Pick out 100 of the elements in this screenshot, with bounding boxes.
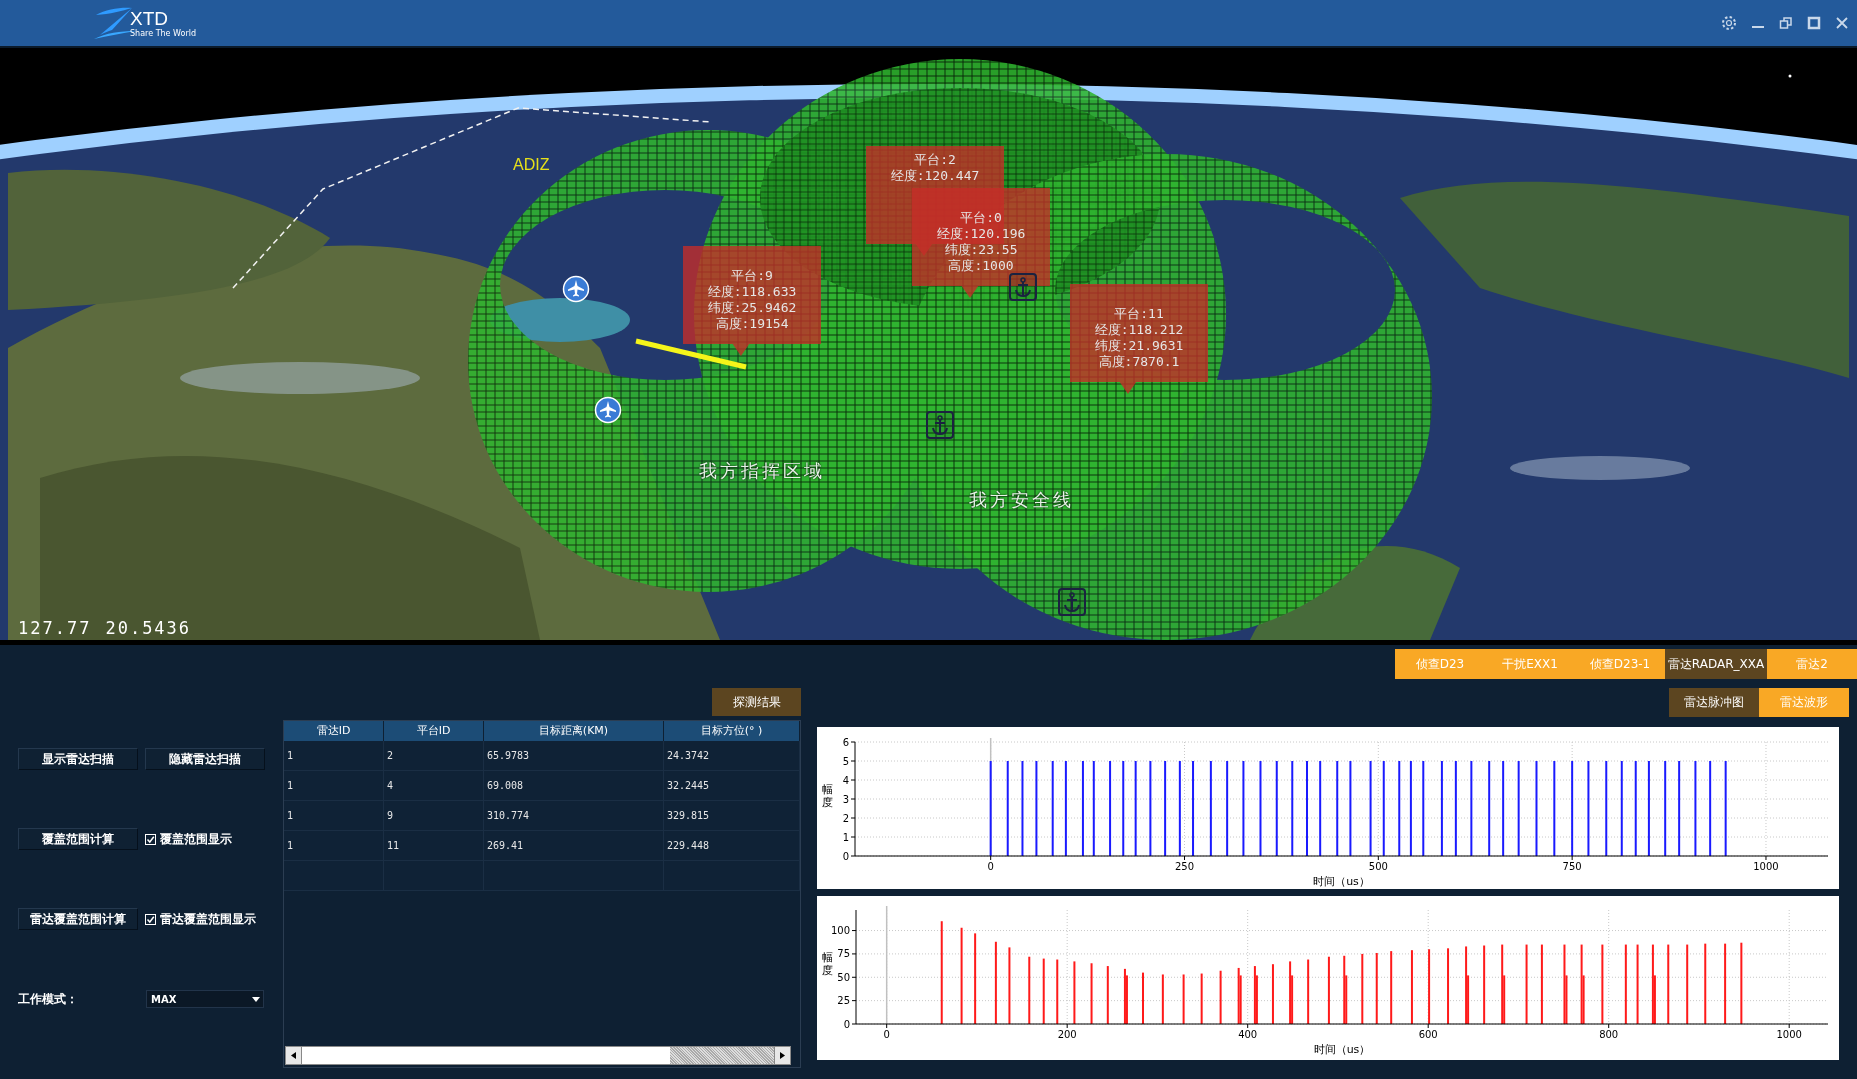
pulse-bar bbox=[1056, 959, 1059, 1024]
restore-icon[interactable] bbox=[1779, 16, 1793, 30]
chart-tab[interactable]: 雷达脉冲图 bbox=[1669, 688, 1759, 717]
arrow-left-icon[interactable] bbox=[291, 1052, 296, 1059]
tick-label: 100 bbox=[830, 925, 850, 937]
airplane-icon[interactable] bbox=[594, 396, 622, 424]
action-button[interactable]: 显示雷达扫描 bbox=[18, 748, 138, 770]
tick-label: 3 bbox=[842, 793, 849, 805]
popup-text: 经度:118.633 bbox=[707, 284, 797, 300]
table-cell: 69.008 bbox=[484, 771, 664, 801]
axis-title: 幅度 bbox=[821, 951, 833, 977]
popup-text: 高度:19154 bbox=[715, 316, 789, 332]
anchor-icon[interactable] bbox=[1057, 587, 1087, 617]
checkbox[interactable]: 覆盖范围显示 bbox=[145, 830, 232, 848]
tick-label: 0 bbox=[883, 1029, 890, 1040]
tick-label: 250 bbox=[1174, 861, 1195, 872]
anchor-icon[interactable] bbox=[925, 410, 955, 440]
horizontal-scrollbar[interactable] bbox=[285, 1046, 791, 1065]
table-cell: 4 bbox=[384, 771, 484, 801]
tick-label: 6 bbox=[842, 736, 849, 748]
field-label: 工作模式： bbox=[18, 990, 79, 1008]
pulse-bar bbox=[1182, 974, 1185, 1024]
pulse-bar bbox=[1327, 956, 1330, 1024]
dropdown[interactable]: MAX bbox=[146, 990, 264, 1008]
popup-text: 平台:11 bbox=[1114, 306, 1164, 322]
table-cell: 329.815 bbox=[664, 801, 800, 831]
device-tab[interactable]: 雷达RADAR_XXA bbox=[1665, 649, 1767, 679]
tick-label: 1000 bbox=[1776, 1029, 1802, 1040]
table-cell: 1 bbox=[284, 741, 384, 771]
arrow-right-icon[interactable] bbox=[780, 1052, 785, 1059]
pulse-bar bbox=[1073, 961, 1076, 1024]
axis-title: 时间（us） bbox=[1313, 875, 1370, 888]
coordinate-readout: 127.77 bbox=[18, 618, 92, 638]
logo-text: XTD bbox=[130, 8, 169, 29]
tick-label: 500 bbox=[1368, 861, 1388, 872]
pulse-bar bbox=[1271, 964, 1274, 1024]
popup-text: 高度:1000 bbox=[948, 258, 1014, 274]
action-button[interactable]: 雷达覆盖范围计算 bbox=[18, 908, 138, 930]
pulse-bar bbox=[1042, 958, 1045, 1024]
close-icon[interactable] bbox=[1835, 16, 1849, 30]
tick-label: 600 bbox=[1418, 1029, 1438, 1040]
pulse-bar bbox=[1090, 963, 1093, 1024]
table-cell: 229.448 bbox=[664, 831, 800, 861]
action-button[interactable]: 覆盖范围计算 bbox=[18, 828, 138, 850]
axis-title: 时间（us） bbox=[1313, 1043, 1371, 1056]
pulse-bar bbox=[1219, 970, 1222, 1024]
popup-text: 平台:0 bbox=[960, 210, 1002, 226]
maximize-icon[interactable] bbox=[1807, 16, 1821, 30]
tick-label: 0 bbox=[987, 861, 994, 872]
axis-title: 幅度 bbox=[821, 783, 833, 809]
table-cell: 11 bbox=[384, 831, 484, 861]
tick-label: 200 bbox=[1057, 1029, 1077, 1040]
tick-label: 2 bbox=[842, 812, 849, 824]
tick-label: 1000 bbox=[1753, 861, 1779, 872]
pulse-bar bbox=[1106, 966, 1109, 1024]
table-cell: 310.774 bbox=[484, 801, 664, 831]
caret-icon bbox=[252, 996, 260, 1002]
popup-text: 经度:118.212 bbox=[1094, 322, 1184, 338]
area-label: 我方指挥区域 bbox=[699, 459, 825, 483]
popup-text: 纬度:23.55 bbox=[944, 242, 1018, 258]
tick-label: 400 bbox=[1238, 1029, 1258, 1040]
table-cell: 1 bbox=[284, 771, 384, 801]
tick-label: 75 bbox=[837, 948, 850, 960]
checkbox[interactable]: 雷达覆盖范围显示 bbox=[145, 910, 256, 928]
popup-text: 经度:120.196 bbox=[936, 226, 1026, 242]
coordinate-readout: 20.5436 bbox=[105, 618, 192, 638]
column-header[interactable]: 平台ID bbox=[384, 721, 484, 741]
tick-label: 4 bbox=[842, 774, 849, 786]
tick-label: 750 bbox=[1562, 861, 1582, 872]
column-header[interactable]: 目标方位(° ) bbox=[664, 721, 800, 741]
popup-text: 平台:9 bbox=[731, 268, 773, 284]
table-cell: 2 bbox=[384, 741, 484, 771]
popup-text: 经度:120.447 bbox=[890, 168, 980, 184]
anchor-icon[interactable] bbox=[1008, 272, 1038, 302]
table-cell: 65.9783 bbox=[484, 741, 664, 771]
pulse-bar bbox=[1307, 959, 1310, 1024]
settings-icon[interactable] bbox=[1721, 15, 1737, 31]
table-cell: 1 bbox=[284, 801, 384, 831]
pulse-bar bbox=[1161, 974, 1164, 1024]
table-cell: 24.3742 bbox=[664, 741, 800, 771]
results-button[interactable]: 探测结果 bbox=[712, 688, 801, 716]
table-cell: 269.41 bbox=[484, 831, 664, 861]
table-cell: 32.2445 bbox=[664, 771, 800, 801]
check-icon bbox=[146, 834, 155, 844]
popup-text: 平台:2 bbox=[914, 152, 956, 168]
popup-text: 高度:7870.1 bbox=[1098, 354, 1180, 370]
pulse-bar bbox=[1361, 953, 1364, 1024]
tick-label: 800 bbox=[1599, 1029, 1619, 1040]
table-cell: 9 bbox=[384, 801, 484, 831]
column-header[interactable]: 目标距离(KM) bbox=[484, 721, 664, 741]
popup-text: 纬度:21.9631 bbox=[1094, 338, 1184, 354]
area-label: 我方安全线 bbox=[969, 488, 1074, 512]
action-button[interactable]: 隐藏雷达扫描 bbox=[145, 748, 265, 770]
airplane-icon[interactable] bbox=[562, 275, 590, 303]
tick-label: 0 bbox=[843, 1018, 850, 1030]
column-header[interactable]: 雷达ID bbox=[284, 721, 384, 741]
tick-label: 50 bbox=[837, 971, 850, 983]
tick-label: 5 bbox=[842, 755, 849, 767]
tick-label: 25 bbox=[837, 995, 850, 1007]
tagline: Share The World bbox=[130, 28, 196, 38]
